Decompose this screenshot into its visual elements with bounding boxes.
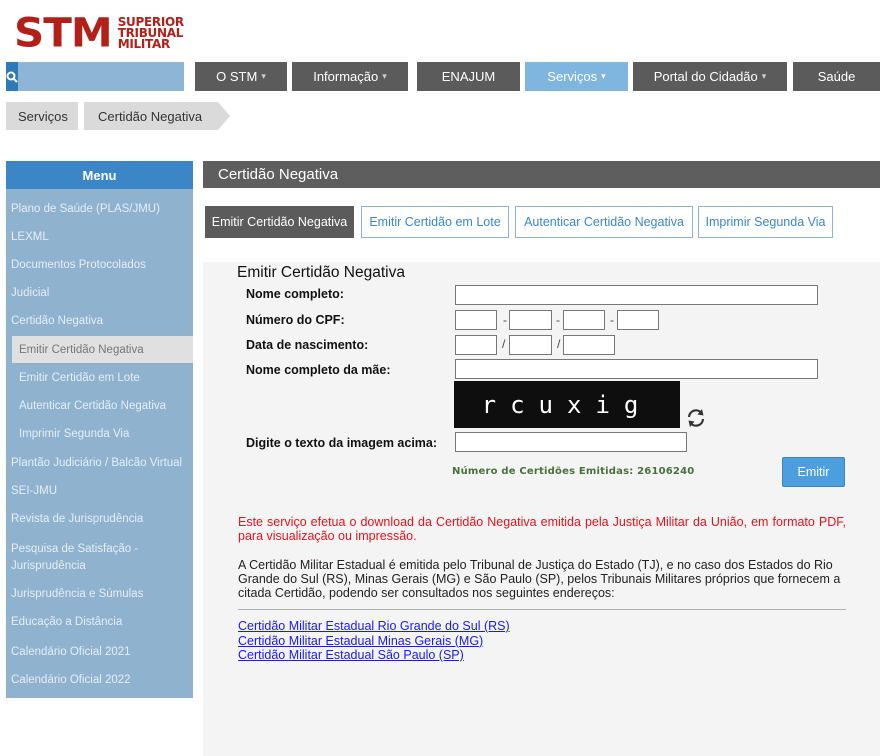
cpf-part-2-input[interactable]	[509, 310, 552, 330]
nav-label: O STM	[216, 69, 258, 84]
download-warning: Este serviço efetua o download da Certid…	[238, 515, 846, 543]
caret-down-icon: ▾	[761, 71, 767, 81]
search-bar	[6, 62, 195, 91]
caret-down-icon: ▾	[601, 71, 606, 81]
cpf-check-digits-input[interactable]	[617, 310, 659, 330]
nav-portal-do-cidadao[interactable]: Portal do Cidadão ▾	[633, 62, 787, 91]
sidebar-item-plantao-judiciario[interactable]: Plantão Judiciário / Balcão Virtual	[11, 457, 182, 469]
sidebar-item-lexml[interactable]: LEXML	[11, 231, 49, 243]
sidebar-item-sei-jmu[interactable]: SEI-JMU	[11, 485, 57, 497]
date-separator: /	[502, 337, 506, 351]
sidebar-item-autenticar-certidao[interactable]: Autenticar Certidão Negativa	[19, 400, 166, 412]
search-button[interactable]	[6, 62, 18, 91]
breadcrumb-label: Certidão Negativa	[98, 108, 203, 124]
nav-label: ENAJUM	[441, 69, 496, 84]
sidebar-item-emitir-certidao-negativa[interactable]: Emitir Certidão Negativa	[12, 336, 193, 363]
search-input[interactable]	[18, 62, 195, 91]
dob-day-input[interactable]	[455, 335, 497, 355]
nav-servicos[interactable]: Serviços ▾	[525, 62, 628, 91]
dob-month-input[interactable]	[509, 335, 552, 355]
breadcrumb-current: Certidão Negativa	[84, 102, 218, 130]
state-certificate-info: A Certidão Militar Estadual é emitida pe…	[238, 558, 841, 600]
full-name-input[interactable]	[455, 285, 818, 305]
captcha-image: rcuxig	[454, 381, 680, 428]
tab-imprimir-segunda-via[interactable]: Imprimir Segunda Via	[698, 206, 833, 238]
cpf-part-3-input[interactable]	[563, 310, 605, 330]
nav-label: Informação	[313, 69, 379, 84]
nav-saude[interactable]: Saúde	[793, 62, 880, 91]
nav-label: Serviços	[547, 69, 598, 84]
breadcrumb-label: Serviços	[18, 108, 68, 124]
sidebar-item-pesquisa-de-satisfacao[interactable]: Pesquisa de Satisfação - Jurisprudência	[11, 541, 189, 575]
sidebar-item-revista-de-jurisprudencia[interactable]: Revista de Jurisprudência	[11, 513, 143, 525]
breadcrumb-servicos[interactable]: Serviços	[6, 102, 78, 130]
cpf-label: Número do CPF:	[246, 313, 345, 327]
sidebar-item-judicial[interactable]: Judicial	[11, 287, 49, 299]
sidebar-item-emitir-certidao-em-lote[interactable]: Emitir Certidão em Lote	[19, 372, 140, 384]
tab-autenticar-certidao-negativa[interactable]: Autenticar Certidão Negativa	[515, 206, 693, 238]
emitir-button[interactable]: Emitir	[782, 457, 845, 487]
state-certificate-links: Certidão Militar Estadual Rio Grande do …	[238, 619, 510, 663]
link-minas-gerais[interactable]: Certidão Militar Estadual Minas Gerais (…	[238, 634, 510, 649]
logo-line: MILITAR	[117, 36, 171, 51]
sidebar-menu: Menu Plano de Saúde (PLAS/JMU) LEXML Doc…	[6, 161, 193, 698]
logo-subtitle: SUPERIOR TRIBUNAL MILITAR	[117, 16, 184, 51]
form-title: Emitir Certidão Negativa	[237, 264, 405, 281]
cpf-separator: -	[610, 313, 614, 327]
tab-emitir-certidao-negativa[interactable]: Emitir Certidão Negativa	[205, 206, 354, 238]
dob-label: Data de nascimento:	[246, 338, 369, 352]
cpf-separator: -	[503, 313, 507, 327]
certificates-issued-count: Número de Certidões Emitidas: 26106240	[452, 466, 695, 477]
link-rio-grande-do-sul[interactable]: Certidão Militar Estadual Rio Grande do …	[238, 619, 510, 634]
nav-enajum[interactable]: ENAJUM	[417, 62, 520, 91]
nav-label: Portal do Cidadão	[653, 69, 758, 84]
cpf-part-1-input[interactable]	[455, 310, 497, 330]
divider	[238, 609, 846, 610]
mother-name-input[interactable]	[455, 359, 818, 379]
dob-year-input[interactable]	[563, 335, 615, 355]
nav-label: Saúde	[817, 69, 856, 84]
sidebar-item-certidao-negativa[interactable]: Certidão Negativa	[11, 315, 103, 327]
cpf-separator: -	[556, 313, 560, 327]
logo-acronym: STM	[14, 9, 113, 56]
captcha-input[interactable]	[455, 432, 687, 452]
breadcrumb-arrow	[218, 102, 230, 130]
mother-name-label: Nome completo da mãe:	[246, 363, 391, 377]
sidebar-item-imprimir-segunda-via[interactable]: Imprimir Segunda Via	[19, 428, 129, 440]
nav-o-stm[interactable]: O STM ▾	[195, 62, 287, 91]
sidebar-item-documentos-protocolados[interactable]: Documentos Protocolados	[11, 259, 146, 271]
link-sao-paulo[interactable]: Certidão Militar Estadual São Paulo (SP)	[238, 648, 510, 663]
sidebar-item-plano-de-saude[interactable]: Plano de Saúde (PLAS/JMU)	[11, 203, 160, 215]
page-title: Certidão Negativa	[203, 161, 880, 188]
stm-logo[interactable]: STM SUPERIOR TRIBUNAL MILITAR	[14, 10, 184, 56]
refresh-icon[interactable]	[685, 407, 707, 429]
caret-down-icon: ▾	[261, 71, 266, 81]
search-icon	[6, 71, 18, 83]
sidebar-item-educacao-a-distancia[interactable]: Educação a Distância	[11, 616, 122, 628]
caret-down-icon: ▾	[382, 71, 387, 81]
name-label: Nome completo:	[246, 287, 344, 301]
sidebar-item-jurisprudencia-e-sumulas[interactable]: Jurisprudência e Súmulas	[11, 588, 143, 600]
nav-informacao[interactable]: Informação ▾	[292, 62, 408, 91]
sidebar-title: Menu	[6, 161, 193, 189]
captcha-label: Digite o texto da imagem acima:	[246, 436, 438, 450]
sidebar-item-calendario-2022[interactable]: Calendário Oficial 2022	[11, 674, 131, 686]
date-separator: /	[557, 337, 561, 351]
sidebar-item-calendario-2021[interactable]: Calendário Oficial 2021	[11, 646, 131, 658]
tab-emitir-certidao-em-lote[interactable]: Emitir Certidão em Lote	[361, 206, 509, 238]
